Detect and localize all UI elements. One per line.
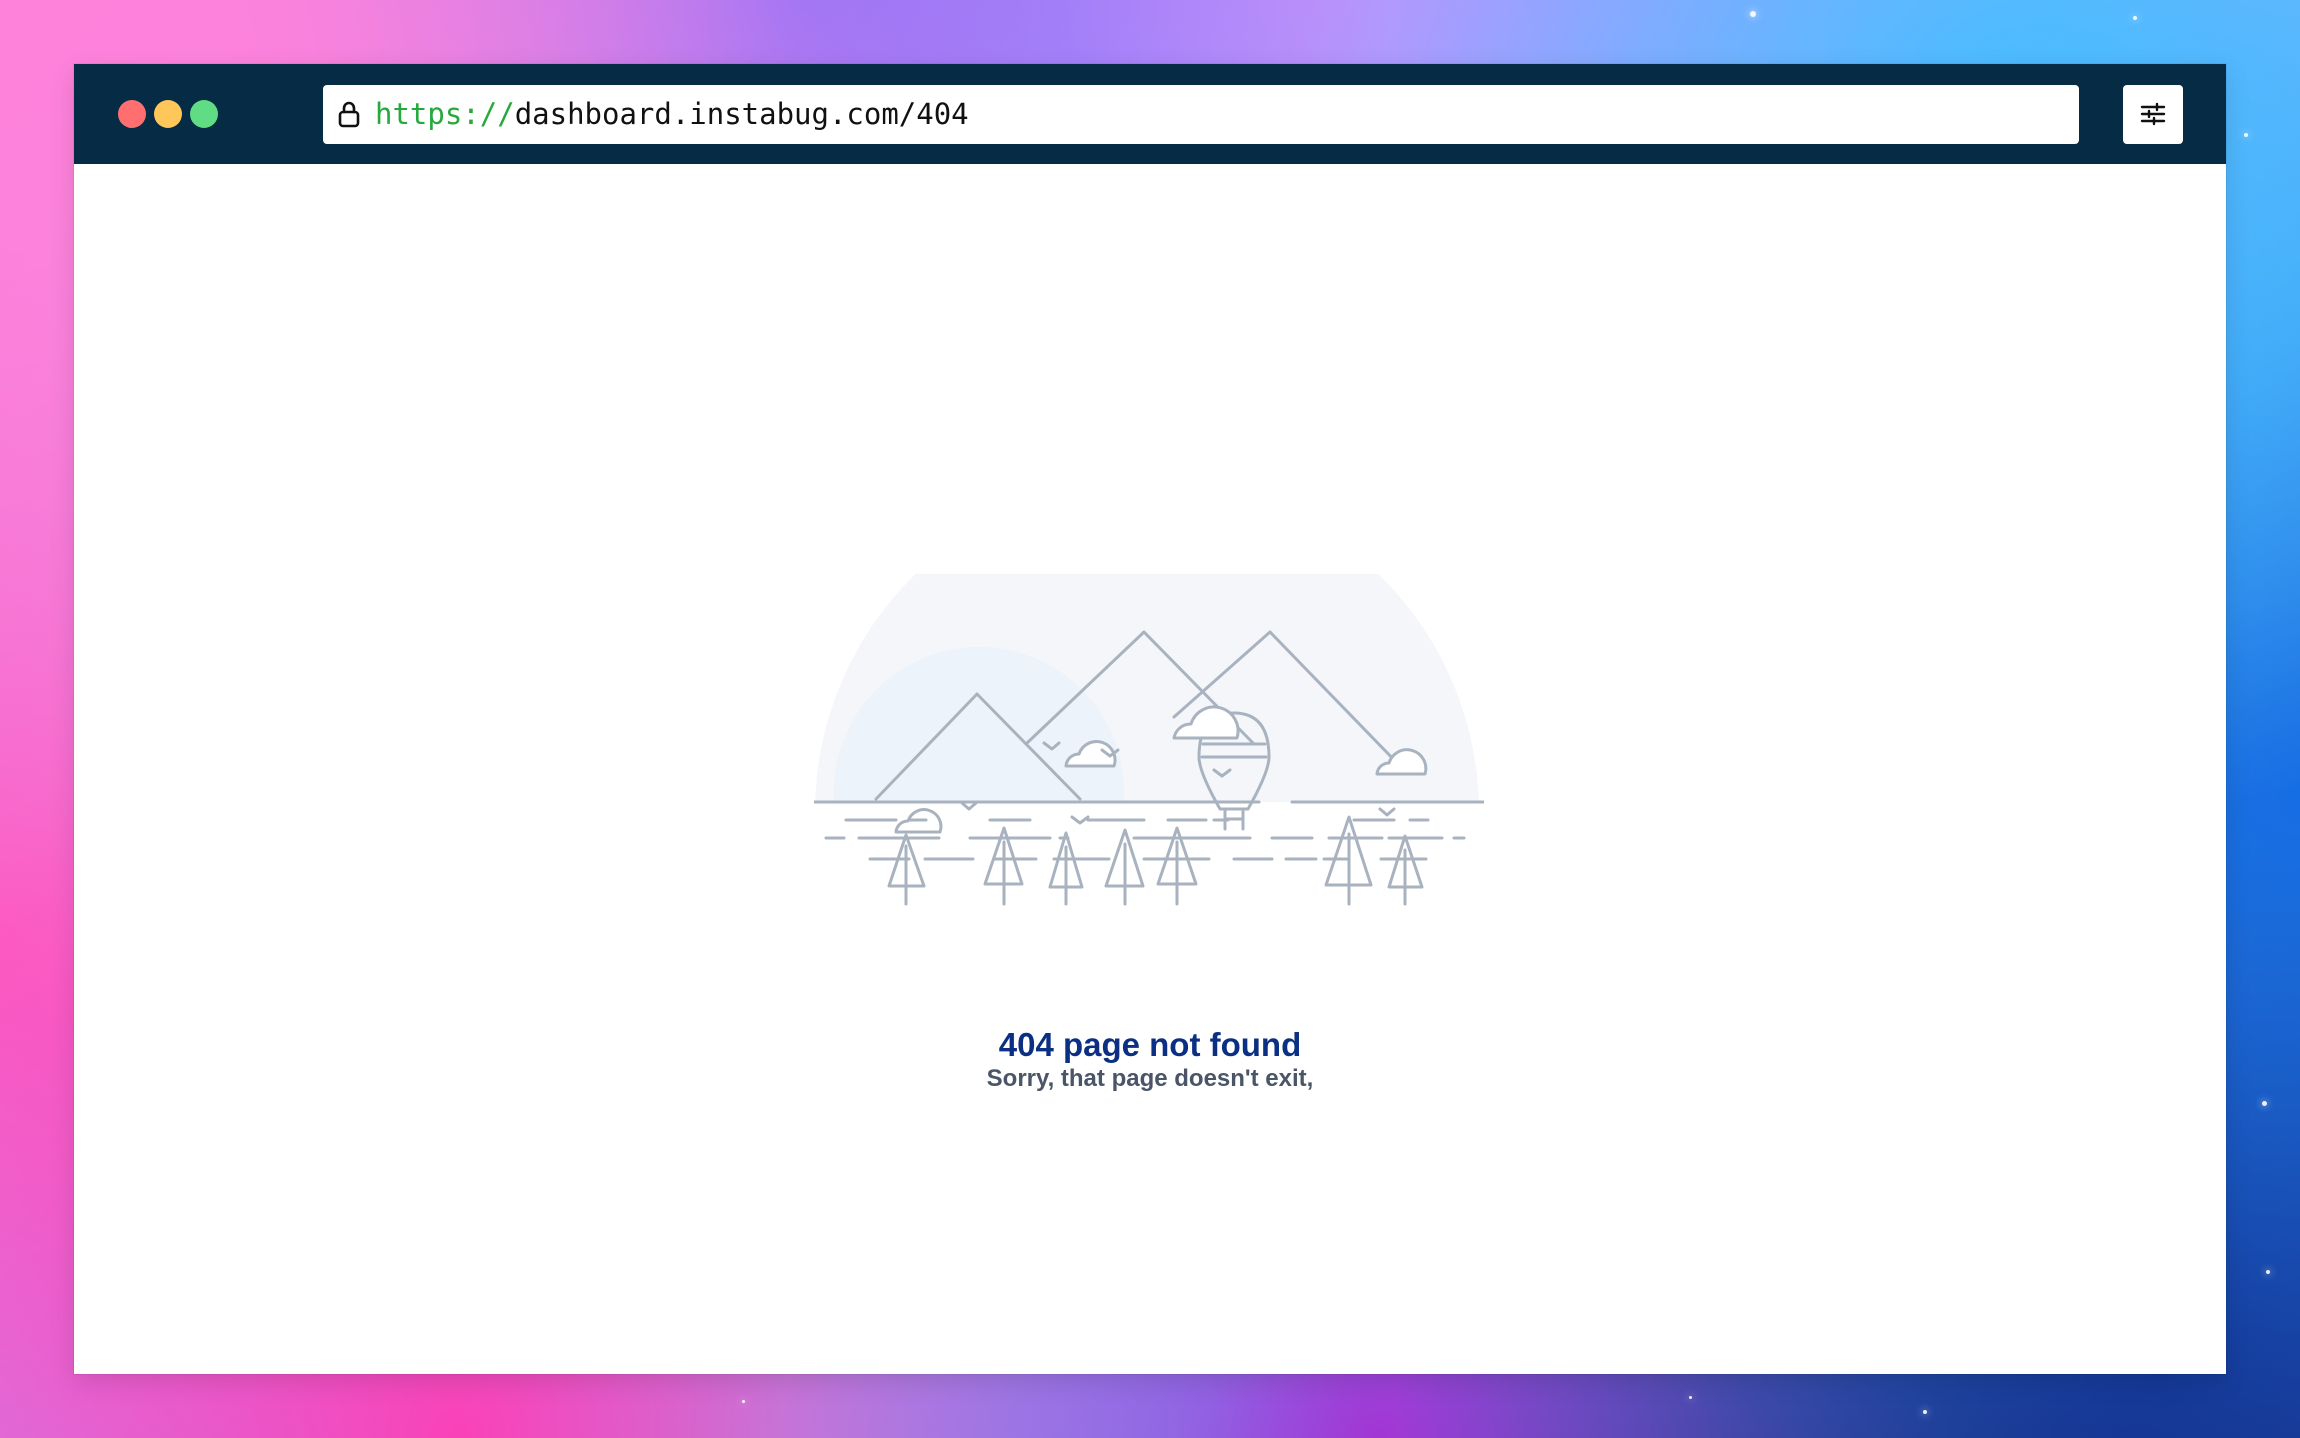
close-window-button[interactable]	[118, 100, 146, 128]
browser-toolbar: https://dashboard.instabug.com/404	[74, 64, 2226, 164]
sliders-icon	[2140, 102, 2166, 126]
address-host-path: dashboard.instabug.com/404	[514, 97, 969, 131]
error-subtitle: Sorry, that page doesn't exit,	[986, 1065, 1314, 1092]
settings-button[interactable]	[2123, 85, 2183, 144]
browser-window: https://dashboard.instabug.com/404 404 p…	[74, 64, 2226, 1374]
not-found-illustration	[814, 574, 1484, 1014]
page-content: 404 page not found Sorry, that page does…	[74, 164, 2226, 1374]
maximize-window-button[interactable]	[190, 100, 218, 128]
address-bar[interactable]: https://dashboard.instabug.com/404	[323, 85, 2079, 144]
error-title: 404 page not found	[998, 1026, 1302, 1063]
lock-icon	[338, 101, 360, 128]
address-url[interactable]: https://dashboard.instabug.com/404	[375, 97, 969, 131]
address-protocol: https://	[375, 97, 515, 131]
minimize-window-button[interactable]	[154, 100, 182, 128]
